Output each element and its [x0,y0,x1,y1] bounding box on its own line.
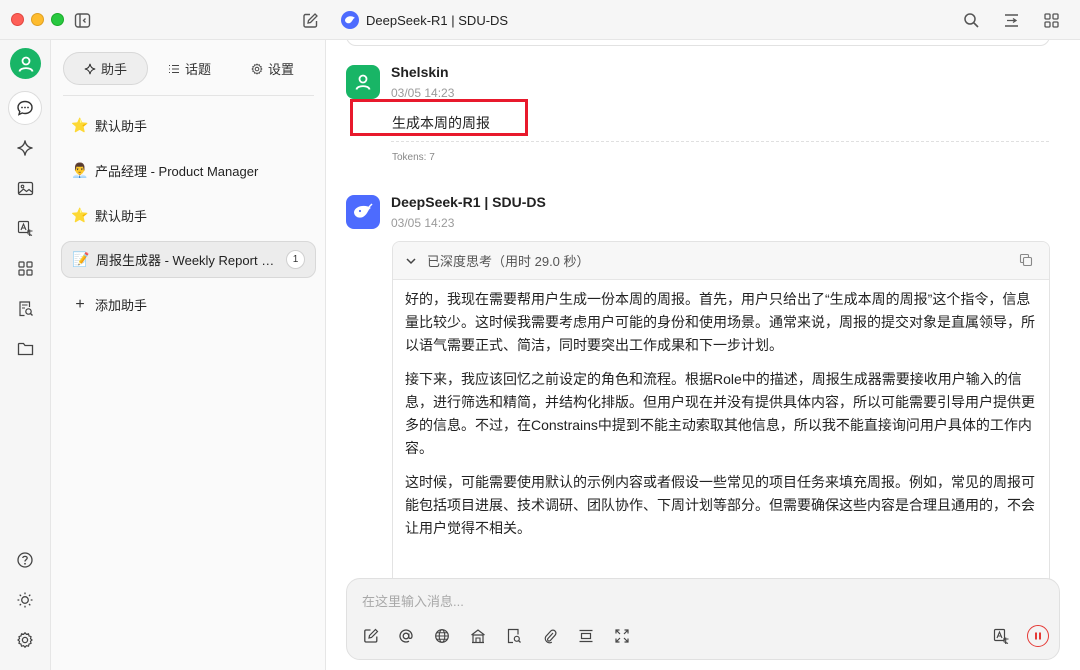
chat-bubble-icon[interactable] [8,91,42,125]
user-avatar[interactable] [10,48,41,79]
assistant-name: 周报生成器 - Weekly Report Generator [96,253,280,268]
plus-icon: + [75,295,85,313]
web-search-globe-icon[interactable] [432,626,452,646]
clear-context-icon[interactable] [576,626,596,646]
bot-name: DeepSeek-R1 | SDU-DS [391,194,546,210]
new-topic-icon[interactable] [361,626,381,646]
knowledge-base-icon[interactable] [468,626,488,646]
tab-settings-label: 设置 [267,62,294,77]
thinking-panel: 已深度思考（用时 29.0 秒） 好的，我现在需要帮用户生成一份本周的周报。首先… [392,241,1050,601]
new-chat-icon[interactable] [300,10,320,30]
assistant-name: 默认助手 [95,209,148,224]
add-assistant-label: 添加助手 [95,298,148,313]
title-bar: DeepSeek-R1 | SDU-DS [0,0,1080,40]
tab-topics[interactable]: 话题 [148,52,231,85]
thinking-paragraph: 好的，我现在需要帮用户生成一份本周的周报。首先，用户只给出了“生成本周的周报”这… [405,291,1035,353]
add-assistant-button[interactable]: + 添加助手 [61,286,316,323]
thinking-header[interactable]: 已深度思考（用时 29.0 秒） [393,242,1049,280]
assistant-item[interactable]: ⭐ 默认助手 [61,197,316,234]
sidebar-divider [63,95,314,96]
sidebar-toggle-icon[interactable] [72,10,92,30]
narrow-mode-icon[interactable] [1001,10,1021,30]
assistant-item[interactable]: ⭐ 默认助手 [61,107,316,144]
window-minimize-button[interactable] [31,13,44,26]
thinking-label: 已深度思考（用时 29.0 秒） [427,254,590,269]
settings-gear-icon[interactable] [8,623,42,657]
tab-topics-label: 话题 [184,62,211,77]
tab-assistants-label: 助手 [100,62,127,77]
assistant-name: 产品经理 - Product Manager [95,164,259,179]
stop-generation-button[interactable] [1027,625,1049,647]
tab-settings[interactable]: 设置 [231,52,314,85]
token-count: Tokens: 7 [392,152,435,163]
search-icon[interactable] [961,10,981,30]
gear-icon [251,62,263,75]
user-avatar [346,65,380,99]
assistant-item[interactable]: 👨‍💼 产品经理 - Product Manager [61,152,316,189]
deepseek-logo-icon [341,11,359,29]
translate-icon[interactable] [8,211,42,245]
thinking-paragraph: 接下来，我应该回忆之前设定的角色和流程。根据Role中的描述，周报生成器需要接收… [405,371,1035,456]
folder-icon[interactable] [8,331,42,365]
apps-grid-icon[interactable] [1041,10,1061,30]
previous-message-bubble [346,40,1050,46]
message-divider [391,141,1049,142]
user-message-time: 03/05 14:23 [391,86,455,100]
window-title-text: DeepSeek-R1 | SDU-DS [366,12,509,28]
deepseek-avatar [346,195,380,229]
apps-grid-icon[interactable] [8,251,42,285]
chat-area: Shelskin 03/05 14:23 生成本周的周报 Tokens: 7 D… [326,40,1080,670]
message-input-placeholder[interactable]: 在这里输入消息... [362,591,464,610]
sparkle-icon [84,63,96,74]
user-message-text: 生成本周的周报 [392,115,490,131]
chevron-down-icon [406,257,416,264]
topic-count-badge: 1 [286,250,305,269]
sidebar-tabs: 助手 话题 设置 [63,52,314,85]
mention-at-icon[interactable] [396,626,416,646]
image-icon[interactable] [8,171,42,205]
assistant-name: 默认助手 [95,119,148,134]
assistant-item-active[interactable]: 📝 周报生成器 - Weekly Report Generator 1 [61,241,316,278]
list-icon [168,64,179,73]
expand-fullscreen-icon[interactable] [612,626,632,646]
assistant-sidebar: 助手 话题 设置 ⭐ 默认助手 👨‍💼 产品经理 - Product Manag… [51,40,326,670]
copy-icon[interactable] [1019,253,1033,270]
file-search-icon[interactable] [8,291,42,325]
window-close-button[interactable] [11,13,24,26]
file-search-icon[interactable] [504,626,524,646]
window-title: DeepSeek-R1 | SDU-DS [341,10,508,30]
bot-message-time: 03/05 14:23 [391,216,455,230]
manager-icon: 👨‍💼 [71,162,89,178]
star-icon: ⭐ [71,117,89,133]
attachment-paperclip-icon[interactable] [540,626,560,646]
tab-assistants[interactable]: 助手 [63,52,148,85]
theme-sun-icon[interactable] [8,583,42,617]
help-icon[interactable] [8,543,42,577]
translate-icon[interactable] [991,626,1011,646]
thinking-content: 好的，我现在需要帮用户生成一份本周的周报。首先，用户只给出了“生成本周的周报”这… [393,280,1049,540]
star-icon: ⭐ [71,207,89,223]
pause-icon [1035,632,1041,640]
message-input-box[interactable]: 在这里输入消息... [346,578,1060,660]
thinking-paragraph: 这时候，可能需要使用默认的示例内容或者假设一些常见的项目任务来填充周报。例如，常… [405,474,1035,536]
sparkle-icon[interactable] [8,131,42,165]
window-maximize-button[interactable] [51,13,64,26]
user-name: Shelskin [391,64,449,80]
icon-rail [0,40,51,670]
memo-icon: 📝 [72,251,90,267]
